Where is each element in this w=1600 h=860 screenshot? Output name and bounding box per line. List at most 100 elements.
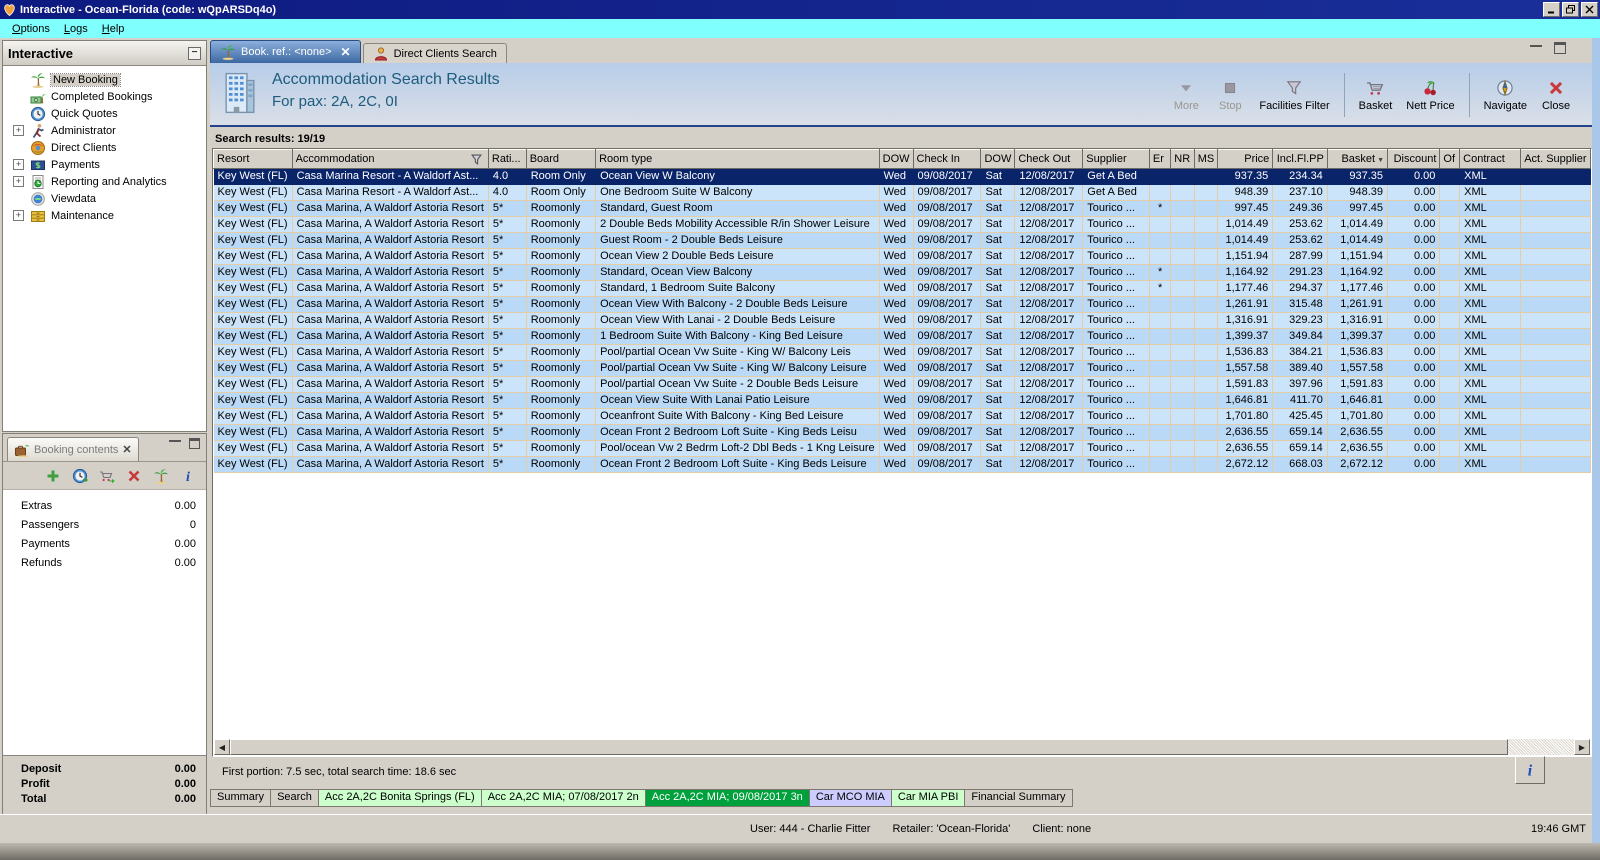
table-cell: 0.00 [1387,296,1441,313]
scrollbar-thumb[interactable] [230,739,1508,755]
table-row[interactable]: Key West (FL) Casa Marina, A Waldorf Asto… [213,328,1591,345]
facilities-filter-button[interactable]: Facilities Filter [1252,77,1336,114]
horizontal-scrollbar[interactable]: ◀ ▶ [214,739,1590,755]
table-row[interactable]: Key West (FL) Casa Marina, A Waldorf Asto… [213,280,1591,297]
add-icon[interactable] [45,468,61,484]
close-window-button[interactable] [1581,2,1598,17]
table-row[interactable]: Key West (FL) Casa Marina, A Waldorf Asto… [213,232,1591,249]
close-panel-icon[interactable]: ✕ [122,443,131,456]
column-header-basket[interactable]: Basket ▼ [1326,149,1389,169]
panel-minimize-icon[interactable] [169,438,181,442]
nett-price-button[interactable]: Nett Price [1399,77,1461,114]
bottom-tab-car-mia-pbi[interactable]: Car MIA PBI [891,789,966,807]
bottom-tab-acc-2a-2c-mia-07-08-2017-2n[interactable]: Acc 2A,2C MIA; 07/08/2017 2n [481,789,646,807]
column-header-board[interactable]: Board [525,149,597,169]
table-row[interactable]: Key West (FL) Casa Marina, A Waldorf Asto… [213,456,1591,473]
minimize-button[interactable] [1543,2,1560,17]
column-header-contract[interactable]: Contract [1459,149,1522,169]
panel-minimize-icon[interactable] [1530,42,1542,47]
expand-icon[interactable]: + [13,176,24,187]
column-header-check-out[interactable]: Check Out [1014,149,1084,169]
column-header-incl-fl-pp[interactable]: Incl.Fl.PP [1272,149,1328,169]
table-row[interactable]: Key West (FL) Casa Marina, A Waldorf Asto… [213,360,1591,377]
navigate-button[interactable]: Navigate [1477,77,1534,114]
sidebar-item-label: Payments [51,158,100,171]
column-header-price[interactable]: Price [1217,149,1274,169]
table-row[interactable]: Key West (FL) Casa Marina, A Waldorf Asto… [213,344,1591,361]
table-row[interactable]: Key West (FL) Casa Marina, A Waldorf Asto… [213,392,1591,409]
table-row[interactable]: Key West (FL) Casa Marina, A Waldorf Asto… [213,424,1591,441]
column-header-supplier[interactable]: Supplier [1082,149,1150,169]
restore-button[interactable] [1562,2,1579,17]
table-cell [1520,216,1591,233]
sidebar-item-payments[interactable]: + Payments [3,156,206,173]
table-row[interactable]: Key West (FL) Casa Marina Resort - A Wald… [213,168,1591,185]
column-header-check-in[interactable]: Check In [912,149,982,169]
sidebar-collapse-icon[interactable]: − [188,46,201,60]
table-row[interactable]: Key West (FL) Casa Marina, A Waldorf Asto… [213,248,1591,265]
column-header-rati[interactable]: Rati... [487,149,527,169]
table-row[interactable]: Key West (FL) Casa Marina, A Waldorf Asto… [213,440,1591,457]
column-header-dow[interactable]: DOW [878,149,914,169]
bottom-tab-search[interactable]: Search [271,789,319,807]
table-cell: 12/08/2017 [1014,216,1084,233]
table-row[interactable]: Key West (FL) Casa Marina, A Waldorf Asto… [213,376,1591,393]
quick-quote-icon[interactable] [72,468,88,484]
expand-icon[interactable]: + [13,210,24,221]
table-row[interactable]: Key West (FL) Casa Marina, A Waldorf Asto… [213,200,1591,217]
menu-item-help[interactable]: Help [96,22,133,36]
column-header-nr[interactable]: NR [1170,149,1195,169]
tab-direct-clients-search[interactable]: Direct Clients Search [362,43,507,63]
add-to-basket-icon[interactable] [99,468,115,484]
sidebar-item-reporting-and-analytics[interactable]: + Reporting and Analytics [3,173,206,190]
column-header-act-supplier[interactable]: Act. Supplier [1520,149,1591,169]
column-header-resort[interactable]: Resort [213,149,293,169]
panel-maximize-icon[interactable] [1554,42,1566,54]
booking-contents-tab[interactable]: Booking contents ✕ [7,437,139,461]
column-header-of[interactable]: Of [1439,149,1461,169]
table-row[interactable]: Key West (FL) Casa Marina, A Waldorf Asto… [213,408,1591,425]
bottom-tab-acc-2a-2c-mia-09-08-2017-3n[interactable]: Acc 2A,2C MIA; 09/08/2017 3n [645,789,810,807]
table-cell: Tourico ... [1082,376,1150,393]
sidebar-item-viewdata[interactable]: Viewdata [3,190,206,207]
sidebar-item-maintenance[interactable]: + Maintenance [3,207,206,224]
basket-button[interactable]: Basket [1352,77,1400,114]
palm-tree-icon[interactable] [153,468,169,484]
column-header-discount[interactable]: Discount [1387,149,1441,169]
table-row[interactable]: Key West (FL) Casa Marina, A Waldorf Asto… [213,296,1591,313]
list-item: Extras 0.00 [11,496,198,515]
table-row[interactable]: Key West (FL) Casa Marina, A Waldorf Asto… [213,216,1591,233]
column-header-er[interactable]: Er [1148,149,1172,169]
close-tab-icon[interactable]: ✕ [341,45,351,59]
tab-book-ref-none[interactable]: Book. ref.: <none> ✕ [210,40,361,63]
column-header-ms[interactable]: MS [1193,149,1219,169]
bottom-tab-summary[interactable]: Summary [210,789,272,807]
table-row[interactable]: Key West (FL) Casa Marina, A Waldorf Asto… [213,264,1591,281]
column-header-dow[interactable]: DOW [980,149,1016,169]
panel-maximize-icon[interactable] [189,438,200,449]
scroll-left-icon[interactable]: ◀ [214,739,230,755]
table-row[interactable]: Key West (FL) Casa Marina Resort - A Wald… [213,184,1591,201]
sidebar-item-quick-quotes[interactable]: Quick Quotes [3,105,206,122]
expand-icon[interactable]: + [13,159,24,170]
menu-item-logs[interactable]: Logs [58,22,96,36]
column-header-accommodation[interactable]: Accommodation [291,149,489,169]
bottom-tab-acc-2a-2c-bonita-springs-fl[interactable]: Acc 2A,2C Bonita Springs (FL) [318,789,482,807]
menu-item-options[interactable]: Options [6,22,58,36]
sidebar-item-completed-bookings[interactable]: Completed Bookings [3,88,206,105]
info-icon[interactable]: i [180,468,196,484]
bottom-tab-financial-summary[interactable]: Financial Summary [965,789,1073,807]
sidebar-item-direct-clients[interactable]: Direct Clients [3,139,206,156]
window-bottom-edge [0,843,1600,860]
table-cell: Tourico ... [1082,424,1150,441]
scroll-right-icon[interactable]: ▶ [1574,739,1590,755]
bottom-tab-car-mco-mia[interactable]: Car MCO MIA [809,789,892,807]
delete-icon[interactable] [126,468,142,484]
sidebar-item-administrator[interactable]: + Administrator [3,122,206,139]
sidebar-item-new-booking[interactable]: New Booking [3,71,206,88]
column-header-room-type[interactable]: Room type [595,149,880,169]
table-row[interactable]: Key West (FL) Casa Marina, A Waldorf Asto… [213,312,1591,329]
info-button[interactable]: i [1515,756,1545,784]
expand-icon[interactable]: + [13,125,24,136]
close-button[interactable]: Close [1534,77,1578,114]
